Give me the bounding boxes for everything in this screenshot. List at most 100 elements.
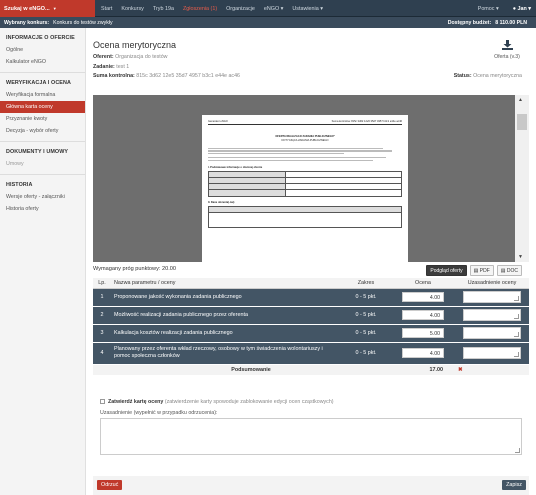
offerer-value: Organizacja do testów — [115, 54, 168, 60]
pdf-heading: OFERTA REALIZACJI ZADANIA PUBLICZNEGO* — [275, 135, 335, 138]
user-icon: ● — [512, 5, 516, 12]
reject-button[interactable]: Odrzuć — [97, 480, 123, 490]
required-threshold: Wymagany próg punktowy: 20.00 — [93, 266, 176, 272]
score-input[interactable]: 5.00 — [402, 328, 444, 338]
score-input[interactable]: 4.00 — [402, 348, 444, 358]
table-row: 3 Kalkulacja kosztów realizacji zadania … — [93, 324, 529, 343]
row-range: 0 - 5 pkt. — [341, 342, 391, 365]
help-menu[interactable]: Pomoc ▾ — [478, 6, 499, 12]
nav-konkursy[interactable]: Konkursy — [121, 6, 143, 12]
row-lp: 2 — [93, 306, 111, 325]
status-line: Status: Ocena merytoryczna — [453, 73, 522, 79]
user-menu[interactable]: ● Jan ▾ — [513, 6, 531, 12]
budget-value: 8 110.00 PLN — [495, 19, 527, 26]
col-score: Ocena — [391, 278, 455, 289]
checksum-value: 815c 3d62 12e5 35d7 4957 b3c1 e44e ac46 — [136, 73, 240, 79]
caret-down-icon: ▾ — [280, 5, 284, 12]
row-name: Możliwość realizacji zadania publicznego… — [111, 306, 341, 325]
pdf-page: Generator eNGO Suma kontrolna: 815c 3d62… — [202, 115, 408, 262]
score-input[interactable]: 4.00 — [402, 292, 444, 302]
caret-down-icon: ▾ — [528, 5, 531, 12]
nav-start[interactable]: Start — [101, 6, 112, 12]
search-label: Szukaj w eNGO... — [4, 5, 50, 12]
confirm-checkbox[interactable] — [100, 399, 105, 405]
justification-input[interactable] — [463, 309, 521, 321]
sidebar-head-dokumenty: DOKUMENTY I UMOWY — [6, 149, 69, 155]
top-right-menu: Pomoc ▾ ● Jan ▾ — [478, 0, 531, 17]
pdf-scrollbar[interactable]: ▲ ▼ — [515, 95, 529, 262]
sidebar-item-ogolne[interactable]: Ogólne — [0, 44, 85, 56]
nav-organizacje[interactable]: Organizacje — [226, 6, 255, 12]
summary-value: 17.00 — [391, 364, 455, 376]
budget-label: Dostępny budżet: — [447, 19, 492, 26]
col-justification: Uzasadnienie oceny — [455, 278, 529, 289]
summary-label: Podsumowanie — [111, 364, 391, 376]
download-label: Oferta (v.3) — [494, 54, 520, 60]
pdf-viewer[interactable]: Generator eNGO Suma kontrolna: 815c 3d62… — [93, 95, 529, 262]
pdf-table-2 — [208, 205, 402, 228]
sidebar-divider — [0, 174, 85, 175]
preview-offer-button[interactable]: Podgląd oferty — [426, 265, 467, 276]
selected-contest-label: Wybrany konkurs: — [4, 19, 50, 26]
caret-down-icon: ▼ — [52, 6, 57, 11]
scroll-thumb[interactable] — [517, 114, 527, 130]
pdf-section-2: II. Dane oferenta(-ów) — [208, 200, 235, 204]
pdf-section-1: I. Podstawowe informacje o złożonej ofer… — [208, 165, 263, 169]
main-content: Ocena merytoryczna Oferent: Organizacja … — [93, 28, 529, 495]
save-button[interactable]: Zapisz — [502, 480, 526, 490]
download-icon — [501, 40, 513, 50]
sidebar-item-weryfikacja-formalna[interactable]: Weryfikacja formalna — [0, 89, 85, 101]
checksum-line: Suma kontrolna: 815c 3d62 12e5 35d7 4957… — [93, 73, 240, 79]
scroll-down-icon[interactable]: ▼ — [518, 254, 523, 260]
doc-icon: ▤ — [500, 267, 506, 274]
sidebar-item-przyznanie-kwoty[interactable]: Przyznanie kwoty — [0, 113, 85, 125]
sidebar-divider — [0, 72, 85, 73]
nav-ustawienia[interactable]: Ustawienia ▾ — [292, 6, 323, 12]
sidebar-item-glowna-karta-oceny[interactable]: Główna karta oceny — [0, 101, 85, 113]
rejection-justification-label: Uzasadnienie (wypełnić w przypadku odrzu… — [100, 410, 218, 416]
pdf-header-right: Suma kontrolna: 815c 3d62 12e5 35d7 4957… — [331, 120, 402, 123]
justification-input[interactable] — [463, 327, 521, 339]
table-row: 2 Możliwość realizacji zadania publiczne… — [93, 306, 529, 325]
row-name: Kalkulacja kosztów realizacji zadania pu… — [111, 324, 341, 343]
pdf-header: Generator eNGO Suma kontrolna: 815c 3d62… — [208, 120, 402, 125]
doc-button[interactable]: ▤ DOC — [496, 265, 522, 276]
pdf-subheading: DOTYCZĄCA ZADANIA PUBLICZNEGO — [281, 139, 329, 142]
search-dropdown[interactable]: Szukaj w eNGO... ▼ — [0, 0, 95, 17]
sidebar-head-historia: HISTORIA — [6, 182, 33, 188]
sidebar-item-kalkulator[interactable]: Kalkulator eNGO — [0, 56, 85, 68]
download-offer-button[interactable]: Oferta (v.3) — [492, 40, 522, 60]
confirm-card-checkbox-row[interactable]: Zatwierdź kartę oceny (zatwierdzenie kar… — [100, 399, 334, 405]
scoring-table: Lp. Nazwa parametru / oceny Zakres Ocena… — [93, 278, 529, 376]
nav-engo[interactable]: eNGO ▾ — [264, 6, 284, 12]
score-input[interactable]: 4.00 — [402, 310, 444, 320]
scroll-up-icon[interactable]: ▲ — [518, 97, 523, 103]
pdf-button[interactable]: ▤ PDF — [469, 265, 494, 276]
task-value: test 1 — [116, 64, 130, 70]
summary-row: Podsumowanie 17.00 ✖ — [93, 364, 529, 376]
task-line: Zadanie: test 1 — [93, 64, 130, 70]
row-lp: 1 — [93, 288, 111, 307]
sidebar-item-decyzja[interactable]: Decyzja - wybór oferty — [0, 125, 85, 137]
nav-zgloszenia[interactable]: Zgłoszenia (1) — [183, 6, 217, 12]
nav-tryb-19a[interactable]: Tryb 19a — [153, 6, 174, 12]
selected-contest-value[interactable]: Konkurs do testów zwykły — [53, 20, 112, 26]
row-name: Planowany przez oferenta wkład rzeczowy,… — [111, 342, 341, 365]
budget-info: Dostępny budżet: 8 110.00 PLN — [448, 17, 531, 28]
rejection-justification-textarea[interactable] — [100, 418, 522, 455]
sidebar-head-info: INFORMACJE O OFERCIE — [6, 35, 75, 41]
top-navbar: Szukaj w eNGO... ▼ Start Konkursy Tryb 19… — [0, 0, 536, 17]
sidebar-item-umowy[interactable]: Umowy — [0, 158, 85, 170]
justification-input[interactable] — [463, 347, 521, 359]
justification-input[interactable] — [463, 291, 521, 303]
confirm-label: Zatwierdź kartę oceny — [108, 399, 164, 405]
row-range: 0 - 5 pkt. — [341, 306, 391, 325]
threshold-fail-icon: ✖ — [458, 366, 463, 373]
sidebar-item-historia-oferty[interactable]: Historia oferty — [0, 203, 85, 215]
sidebar-item-wersje-oferty[interactable]: Wersje oferty - załączniki — [0, 191, 85, 203]
caret-down-icon: ▾ — [496, 5, 499, 12]
selected-contest-bar: Wybrany konkurs: Konkurs do testów zwykł… — [0, 17, 536, 28]
main-nav: Start Konkursy Tryb 19a Zgłoszenia (1) O… — [101, 0, 323, 17]
sidebar: INFORMACJE O OFERCIE Ogólne Kalkulator e… — [0, 28, 86, 495]
pdf-icon: ▤ — [473, 267, 479, 274]
